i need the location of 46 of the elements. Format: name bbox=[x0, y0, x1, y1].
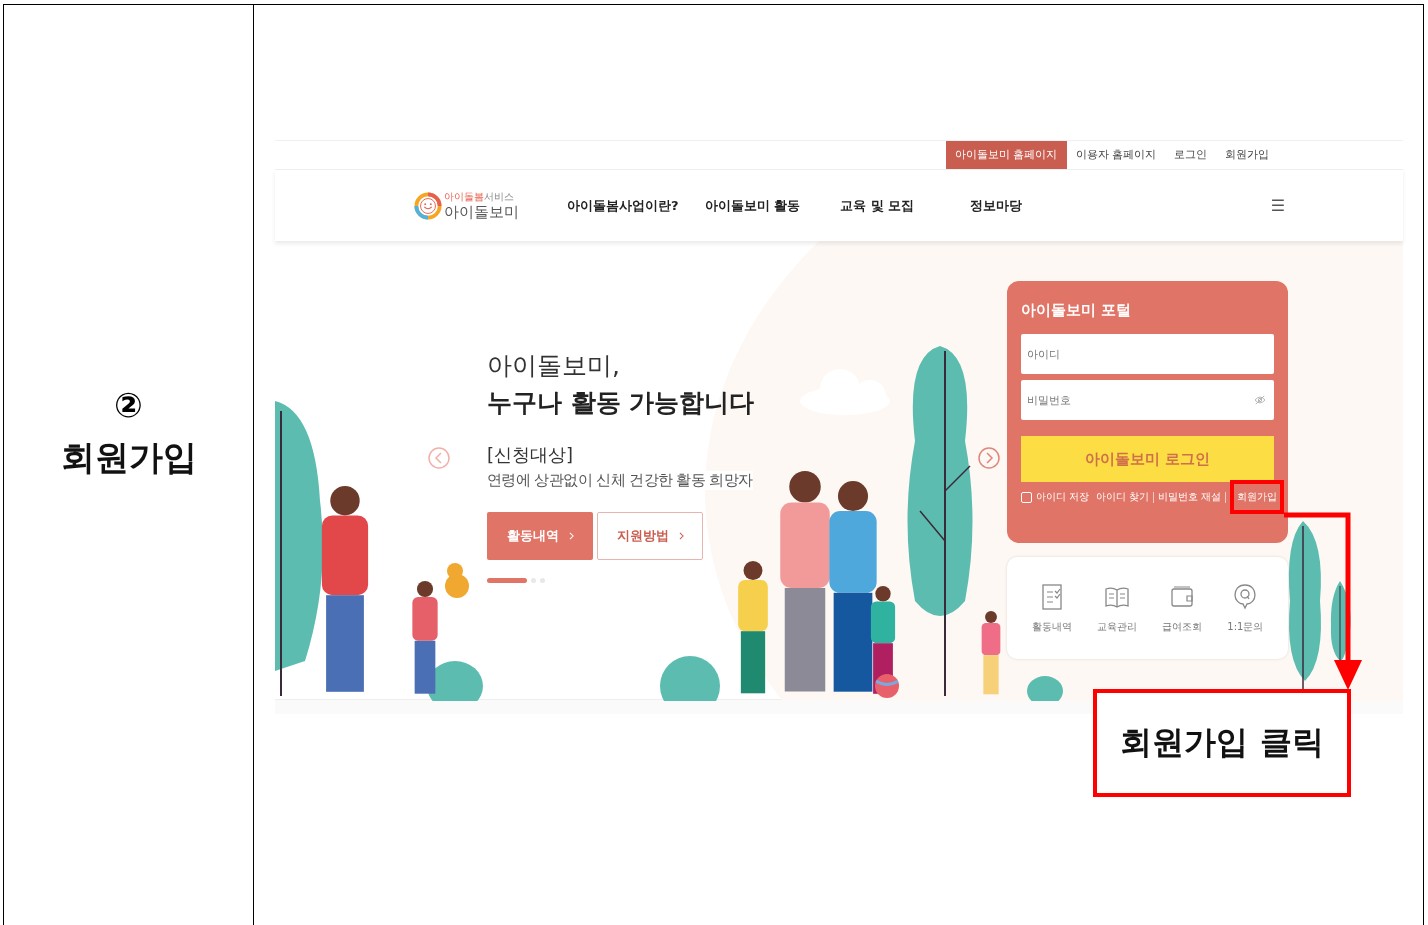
top-link[interactable]: 회원가입 bbox=[1216, 141, 1278, 169]
login-button[interactable]: 아이돌보미 로그인 bbox=[1021, 436, 1274, 483]
eye-slash-icon[interactable] bbox=[1254, 395, 1266, 406]
slide-indicator[interactable] bbox=[487, 578, 527, 584]
account-link[interactable]: 회원가입 bbox=[1230, 480, 1284, 515]
slider-prev-icon[interactable] bbox=[428, 447, 450, 470]
chevron-right-icon bbox=[568, 532, 574, 541]
account-link[interactable]: 아이디 찾기 bbox=[1095, 490, 1149, 505]
nav-link[interactable]: 정보마당 bbox=[970, 196, 1023, 215]
nav-link[interactable]: 아이돌보미 활동 bbox=[704, 196, 801, 215]
wallet-icon bbox=[1169, 583, 1196, 610]
quick-menu-item[interactable]: 1:1문의 bbox=[1227, 583, 1264, 634]
remember-label: 아이디 저장 bbox=[1036, 490, 1090, 505]
quick-menu-item[interactable]: 활동내역 bbox=[1031, 583, 1072, 634]
callout-label: 회원가입 클릭 bbox=[1093, 689, 1351, 797]
quick-menu-item[interactable]: 교육관리 bbox=[1096, 583, 1137, 634]
slider-next-icon[interactable] bbox=[978, 447, 1000, 470]
chat-bubble-icon bbox=[1232, 583, 1259, 610]
account-link[interactable]: 비밀번호 재설 bbox=[1157, 490, 1221, 505]
nav-link[interactable]: 아이돌봄사업이란? bbox=[567, 196, 679, 215]
hero-button[interactable]: 지원방법 bbox=[597, 512, 703, 561]
remember-checkbox[interactable] bbox=[1021, 492, 1032, 503]
hero-description: 연령에 상관없이 신체 건강한 활동 희망자 bbox=[487, 471, 753, 491]
menu-button[interactable]: ☰ bbox=[1270, 196, 1285, 216]
bush-drawing bbox=[1027, 676, 1063, 702]
logo-tagline: 아이돌봄서비스 bbox=[444, 190, 515, 203]
hero-subtitle: [신청대상] bbox=[487, 443, 574, 468]
hero-title: 아이돌보미, bbox=[487, 350, 620, 383]
hero-title: 누구나 활동 가능합니다 bbox=[487, 387, 755, 420]
top-link[interactable]: 로그인 bbox=[1165, 141, 1216, 169]
password-field[interactable]: 비밀번호 bbox=[1021, 380, 1274, 421]
bush-drawing bbox=[660, 656, 720, 702]
ball-drawing bbox=[875, 674, 899, 699]
quick-menu-item[interactable]: 급여조회 bbox=[1162, 583, 1203, 634]
step-title: 회원가입 bbox=[60, 436, 197, 479]
chevron-right-icon bbox=[678, 532, 684, 541]
smiley-logo-icon bbox=[414, 191, 442, 220]
id-field[interactable]: 아이디 bbox=[1021, 334, 1274, 375]
top-link[interactable]: 이용자 홈페이지 bbox=[1066, 141, 1165, 169]
logo-name: 아이돌보미 bbox=[444, 202, 519, 221]
step-number: ② bbox=[114, 387, 143, 423]
login-title: 아이돌보미 포털 bbox=[1021, 301, 1133, 321]
hero-button[interactable]: 활동내역 bbox=[487, 512, 593, 561]
top-link[interactable]: 아이돌보미 홈페이지 bbox=[946, 141, 1067, 169]
bush-drawing bbox=[427, 661, 483, 702]
nav-link[interactable]: 교육 및 모집 bbox=[840, 196, 915, 215]
